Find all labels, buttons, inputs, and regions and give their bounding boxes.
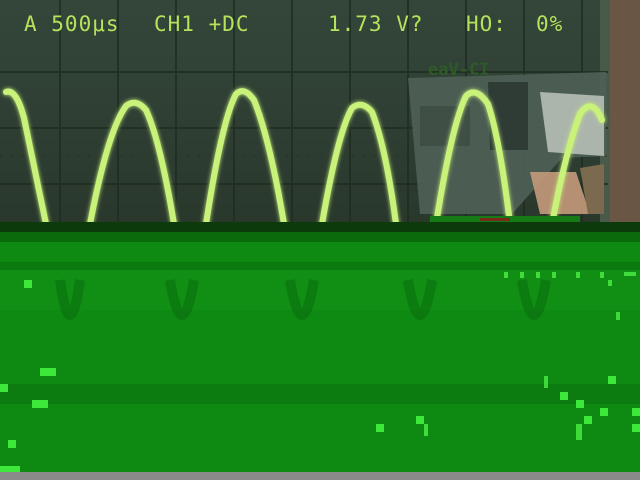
bottom-bar — [0, 472, 640, 480]
oscilloscope-photo: A 500μs CH1 +DC 1.73 V? HO: 0% eaV-CI — [0, 0, 640, 480]
timebase-readout: A 500μs — [24, 12, 120, 36]
bezel-right — [608, 0, 640, 226]
holdoff-value: 0% — [536, 12, 564, 36]
lower-dark-band-1 — [0, 232, 640, 242]
lower-dark-band-2 — [0, 262, 640, 270]
bottom-left-artifact — [0, 466, 20, 472]
oscilloscope-screen — [0, 0, 640, 480]
holdoff-label: HO: — [466, 12, 507, 36]
channel-readout: CH1 +DC — [154, 12, 250, 36]
voltage-readout: 1.73 V? — [328, 12, 424, 36]
glitch-red-streak — [480, 218, 510, 221]
reflection-label: eaV-CI — [428, 60, 490, 80]
